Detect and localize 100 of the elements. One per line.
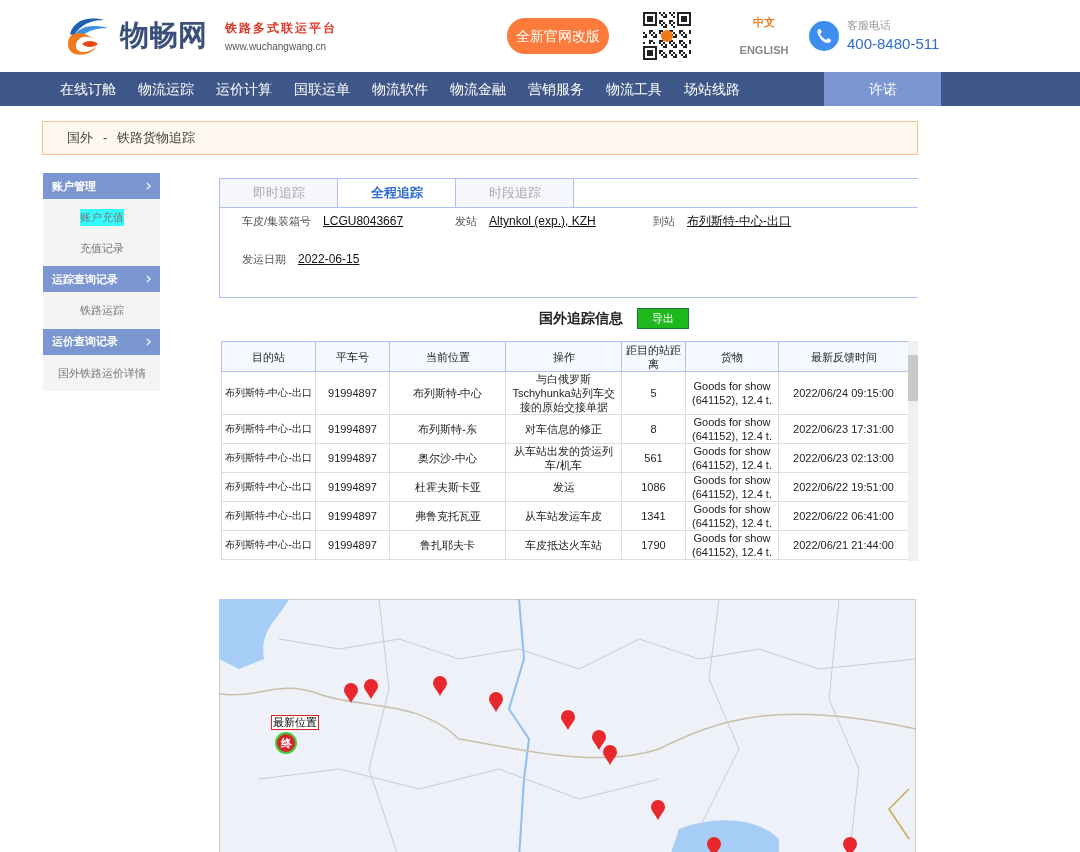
- table-cell: 布列斯特-中心-出口: [221, 414, 316, 444]
- field-value: 2022-06-15: [298, 251, 360, 268]
- map-pin-icon[interactable]: [592, 730, 606, 750]
- export-button[interactable]: 导出: [636, 307, 689, 329]
- map-pin-icon[interactable]: [344, 683, 358, 703]
- table-cell: 鲁扎耶夫卡: [389, 530, 506, 560]
- table-cell: 布列斯特-中心-出口: [221, 530, 316, 560]
- table-cell: 布列斯特-中心-出口: [221, 472, 316, 502]
- table-cell: 弗鲁克托瓦亚: [389, 501, 506, 531]
- field-label: 发站: [455, 214, 477, 229]
- breadcrumb-item: -: [103, 129, 108, 148]
- slogan: 铁路多式联运平台: [225, 19, 337, 37]
- table-cell: 布列斯特-中心-出口: [221, 371, 316, 415]
- column-header: 货物: [685, 341, 779, 372]
- nav-item[interactable]: 物流金融: [440, 72, 519, 106]
- map-pin-icon[interactable]: [561, 710, 575, 730]
- table-cell: Goods for show (641152), 12.4 t.: [685, 443, 779, 473]
- field-label: 到站: [653, 214, 675, 229]
- table-cell: 561: [621, 443, 686, 473]
- map-pin-icon[interactable]: [433, 676, 447, 696]
- logo-text: 物畅网: [120, 18, 207, 54]
- sidebar-item[interactable]: 账户充值: [79, 209, 124, 226]
- table-cell: 91994897: [315, 530, 390, 560]
- table-cell: 91994897: [315, 443, 390, 473]
- hotline-label: 客服电话: [847, 17, 892, 33]
- nav-item[interactable]: 物流工具: [596, 72, 675, 106]
- nav-item[interactable]: 许诺: [824, 72, 941, 106]
- sidebar-item[interactable]: 铁路运踪: [79, 302, 124, 319]
- tab[interactable]: 即时追踪: [220, 179, 338, 207]
- table-cell: 从车站发运车皮: [505, 501, 622, 531]
- column-header: 当前位置: [389, 341, 506, 372]
- table-cell: 91994897: [315, 414, 390, 444]
- table-cell: 布列斯特-东: [389, 414, 506, 444]
- nav-item[interactable]: 物流运踪: [128, 72, 207, 106]
- table-cell: 布列斯特-中心-出口: [221, 501, 316, 531]
- scrollbar[interactable]: [908, 341, 918, 561]
- site-url: www.wuchangwang.cn: [225, 39, 327, 54]
- qr-code-icon: [643, 12, 691, 60]
- table-cell: 杜霍夫斯卡亚: [389, 472, 506, 502]
- chevron-icon: [146, 337, 151, 346]
- column-header: 距目的站距离: [621, 341, 686, 372]
- table-cell: 布列斯特-中心: [389, 371, 506, 415]
- field-label: 发运日期: [242, 252, 286, 267]
- language-link[interactable]: ENGLISH: [739, 42, 789, 59]
- chevron-icon: [146, 182, 151, 190]
- sidebar-group-title: 账户管理: [52, 178, 96, 194]
- table-cell: 车皮抵达火车站: [505, 530, 622, 560]
- nav-item[interactable]: 国联运单: [284, 72, 363, 106]
- column-header: 操作: [505, 341, 622, 372]
- table-cell: 布列斯特-中心-出口: [221, 443, 316, 473]
- sidebar-group-header[interactable]: 运踪查询记录: [43, 266, 160, 292]
- nav-item[interactable]: 物流软件: [362, 72, 441, 106]
- sidebar-item[interactable]: 国外铁路运价详情: [57, 364, 146, 381]
- results-title: 国外追踪信息: [538, 308, 623, 328]
- sidebar-item[interactable]: 充值记录: [79, 239, 124, 256]
- table-cell: 从车站出发的货运列车/机车: [505, 443, 622, 473]
- nav-item[interactable]: 营销服务: [518, 72, 597, 106]
- hotline-number: 400-8480-511: [847, 34, 940, 54]
- sidebar-group-header[interactable]: 运价查询记录: [43, 328, 160, 355]
- map-pin-icon[interactable]: [707, 837, 721, 852]
- table-cell: 1086: [621, 472, 686, 502]
- column-header: 平车号: [315, 341, 390, 372]
- sidebar-group-header[interactable]: 账户管理: [43, 173, 160, 199]
- column-header: 目的站: [221, 341, 316, 372]
- sidebar-group-title: 运踪查询记录: [52, 271, 118, 287]
- map-pin-icon[interactable]: [603, 745, 617, 765]
- tab[interactable]: 时段追踪: [456, 179, 574, 207]
- chevron-icon: [146, 275, 151, 283]
- table-cell: Goods for show (641152), 12.4 t.: [685, 472, 779, 502]
- language-link[interactable]: 中文: [753, 13, 775, 30]
- field-value: LCGU8043667: [323, 213, 404, 230]
- nav-item[interactable]: 在线订舱: [50, 72, 129, 106]
- promo-button[interactable]: 全新官网改版: [507, 18, 609, 54]
- table-cell: Goods for show (641152), 12.4 t.: [685, 414, 779, 444]
- table-cell: 5: [621, 371, 686, 415]
- table-cell: Goods for show (641152), 12.4 t.: [685, 371, 779, 415]
- nav-item[interactable]: 场站线路: [674, 72, 753, 106]
- latest-location-label: 最新位置: [271, 715, 319, 730]
- sidebar-group-title: 运价查询记录: [52, 334, 118, 350]
- table-cell: 91994897: [315, 501, 390, 531]
- table-cell: 与白俄罗斯Tschyhunka站列车交接的原始交接单据: [505, 371, 622, 415]
- field-value: Altynkol (exp.), KZH: [489, 213, 596, 230]
- table-cell: 91994897: [315, 472, 390, 502]
- table-cell: 奥尔沙-中心: [389, 443, 506, 473]
- map-pin-icon[interactable]: [489, 692, 503, 712]
- phone-icon: [809, 21, 839, 51]
- table-cell: 发运: [505, 472, 622, 502]
- field-label: 车皮/集装箱号: [242, 214, 312, 229]
- map-pin-icon[interactable]: [651, 800, 665, 820]
- table-cell: 对车信息的修正: [505, 414, 622, 444]
- map-pin-icon[interactable]: [843, 837, 857, 852]
- field-value: 布列斯特-中心-出口: [687, 213, 791, 230]
- table-cell: 1790: [621, 530, 686, 560]
- breadcrumb-item: 国外: [67, 129, 93, 148]
- table-cell: Goods for show (641152), 12.4 t.: [685, 530, 779, 560]
- table-cell: 91994897: [315, 371, 390, 415]
- map-pin-icon[interactable]: [364, 679, 378, 699]
- nav-item[interactable]: 运价计算: [206, 72, 285, 106]
- table-cell: 1341: [621, 501, 686, 531]
- table-cell: 8: [621, 414, 686, 444]
